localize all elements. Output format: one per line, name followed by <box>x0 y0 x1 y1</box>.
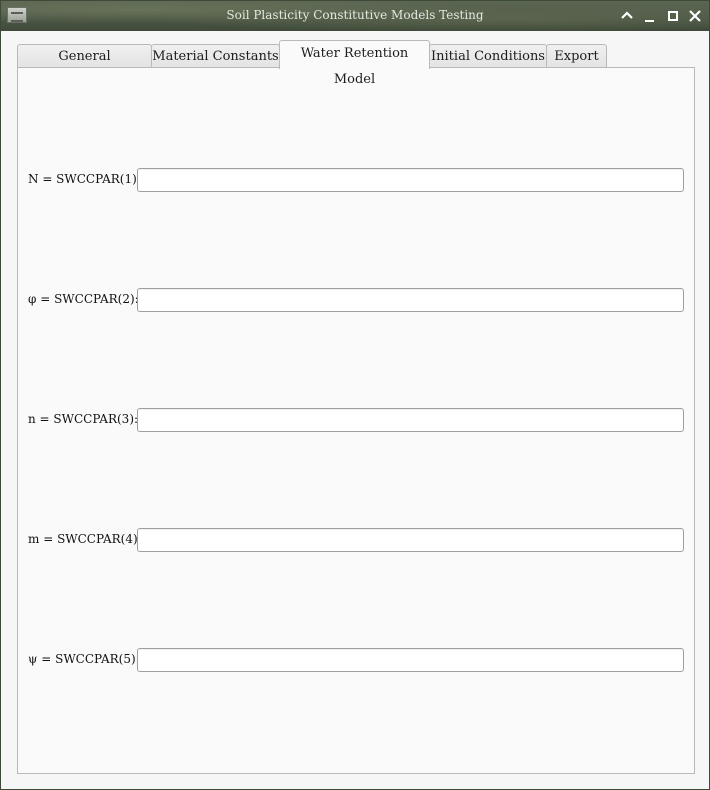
chevron-up-icon[interactable] <box>619 7 635 25</box>
swccpar-4-input[interactable] <box>137 528 684 552</box>
tab-export[interactable]: Export <box>546 44 607 69</box>
tab-water-retention-model[interactable]: Water Retention Model <box>279 40 430 87</box>
swccpar-3-label: n = SWCCPAR(3): <box>28 412 139 426</box>
swccpar-5-input[interactable] <box>137 648 684 672</box>
tab-general-information[interactable]: General Information <box>17 44 152 87</box>
swccpar-2-input[interactable] <box>137 288 684 312</box>
swccpar-1-label: N = SWCCPAR(1): <box>28 172 141 186</box>
swccpar-2-label: φ = SWCCPAR(2): <box>28 292 139 306</box>
tab-initial-conditions[interactable]: Initial Conditions <box>429 44 547 69</box>
tab-material-constants[interactable]: Material Constants <box>151 44 280 69</box>
swccpar-1-input[interactable] <box>137 168 684 192</box>
maximize-icon[interactable] <box>665 7 681 25</box>
swccpar-3-input[interactable] <box>137 408 684 432</box>
title-bar[interactable]: Soil Plasticity Constitutive Models Test… <box>1 1 709 31</box>
swccpar-4-label: m = SWCCPAR(4): <box>28 532 142 546</box>
close-icon[interactable] <box>687 7 703 25</box>
window-title: Soil Plasticity Constitutive Models Test… <box>226 8 484 22</box>
app-window: Soil Plasticity Constitutive Models Test… <box>0 0 710 790</box>
swccpar-5-label: ψ = SWCCPAR(5): <box>28 652 140 666</box>
minimize-icon[interactable] <box>642 7 658 25</box>
